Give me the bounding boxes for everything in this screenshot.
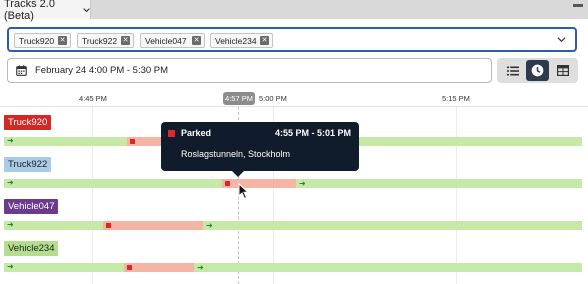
- driving-arrow-icon: ➜: [7, 136, 14, 145]
- date-range-picker[interactable]: February 24 4:00 PM - 5:30 PM: [7, 58, 492, 83]
- tab-tracks[interactable]: Tracks 2.0 (Beta): [0, 0, 91, 22]
- tick-label: 4:45 PM: [79, 94, 107, 103]
- timeline-view-button[interactable]: [526, 60, 549, 81]
- tab-bar: Tracks 2.0 (Beta): [0, 0, 588, 22]
- parked-marker-icon: [130, 139, 135, 144]
- date-range-value: February 24 4:00 PM - 5:30 PM: [35, 65, 169, 76]
- chevron-down-icon: [83, 7, 90, 12]
- table-view-button[interactable]: [551, 60, 574, 81]
- tooltip-location: Roslagstunneln, Stockholm: [181, 149, 291, 159]
- vehicle-chip[interactable]: Vehicle047 ✕: [140, 33, 205, 48]
- vehicle-chip[interactable]: Truck922 ✕: [77, 33, 134, 48]
- tab-title: Tracks 2.0 (Beta): [4, 0, 55, 22]
- remove-chip-icon[interactable]: ✕: [260, 36, 269, 45]
- chevron-down-icon[interactable]: [557, 35, 566, 44]
- gridline: [92, 107, 93, 284]
- driving-arrow-icon: ➜: [7, 220, 14, 229]
- mouse-cursor-icon: [238, 183, 250, 200]
- segment-tooltip: Parked 4:55 PM - 5:01 PM Roslagstunneln,…: [161, 122, 359, 177]
- vehicle-chip[interactable]: Vehicle234 ✕: [210, 33, 273, 48]
- vehicle-label[interactable]: Vehicle047: [4, 199, 59, 214]
- remove-chip-icon[interactable]: ✕: [58, 36, 67, 45]
- vehicle-select[interactable]: Truck920 ✕ Truck922 ✕ Vehicle047 ✕ Vehic…: [7, 27, 577, 52]
- chip-label: Truck922: [82, 35, 118, 46]
- vehicle-label[interactable]: Vehicle234: [4, 241, 59, 256]
- driving-arrow-icon: ➜: [206, 221, 213, 230]
- calendar-icon: [16, 65, 27, 76]
- view-toggle: [497, 58, 578, 83]
- timeline-axis: [0, 106, 588, 107]
- current-time-badge: 4:57 PM: [223, 92, 255, 105]
- tooltip-status: Parked: [181, 128, 212, 138]
- parked-status-icon: [168, 130, 175, 137]
- chip-label: Truck920: [19, 35, 55, 46]
- list-icon: [506, 66, 519, 75]
- minimize-icon[interactable]: [573, 4, 583, 7]
- driving-arrow-icon: ➜: [7, 262, 14, 271]
- parked-marker-icon: [225, 181, 230, 186]
- clock-icon: [531, 64, 544, 77]
- tick-label: 5:15 PM: [442, 94, 470, 103]
- parked-segment[interactable]: [124, 263, 194, 272]
- list-view-button[interactable]: [501, 60, 524, 81]
- table-icon: [556, 65, 569, 76]
- driving-arrow-icon: ➜: [197, 263, 204, 272]
- track-lane[interactable]: ➜: [4, 262, 582, 272]
- vehicle-chip[interactable]: Truck920 ✕: [14, 33, 71, 48]
- remove-chip-icon[interactable]: ✕: [192, 36, 201, 45]
- remove-chip-icon[interactable]: ✕: [121, 36, 130, 45]
- parked-marker-icon: [106, 223, 111, 228]
- parked-segment[interactable]: [222, 179, 296, 188]
- tooltip-time-range: 4:55 PM - 5:01 PM: [274, 128, 351, 138]
- track-lane[interactable]: ➜: [4, 220, 582, 230]
- chip-label: Vehicle234: [215, 35, 257, 46]
- parked-marker-icon: [127, 265, 132, 270]
- tick-label: 5:00 PM: [259, 94, 287, 103]
- driving-arrow-icon: ➜: [299, 179, 306, 188]
- vehicle-label[interactable]: Truck920: [4, 115, 52, 130]
- chip-label: Vehicle047: [145, 35, 187, 46]
- parked-segment[interactable]: [103, 221, 203, 230]
- driving-arrow-icon: ➜: [7, 178, 14, 187]
- parked-segment[interactable]: [127, 137, 161, 146]
- gridline: [456, 107, 457, 284]
- vehicle-label[interactable]: Truck922: [4, 157, 52, 172]
